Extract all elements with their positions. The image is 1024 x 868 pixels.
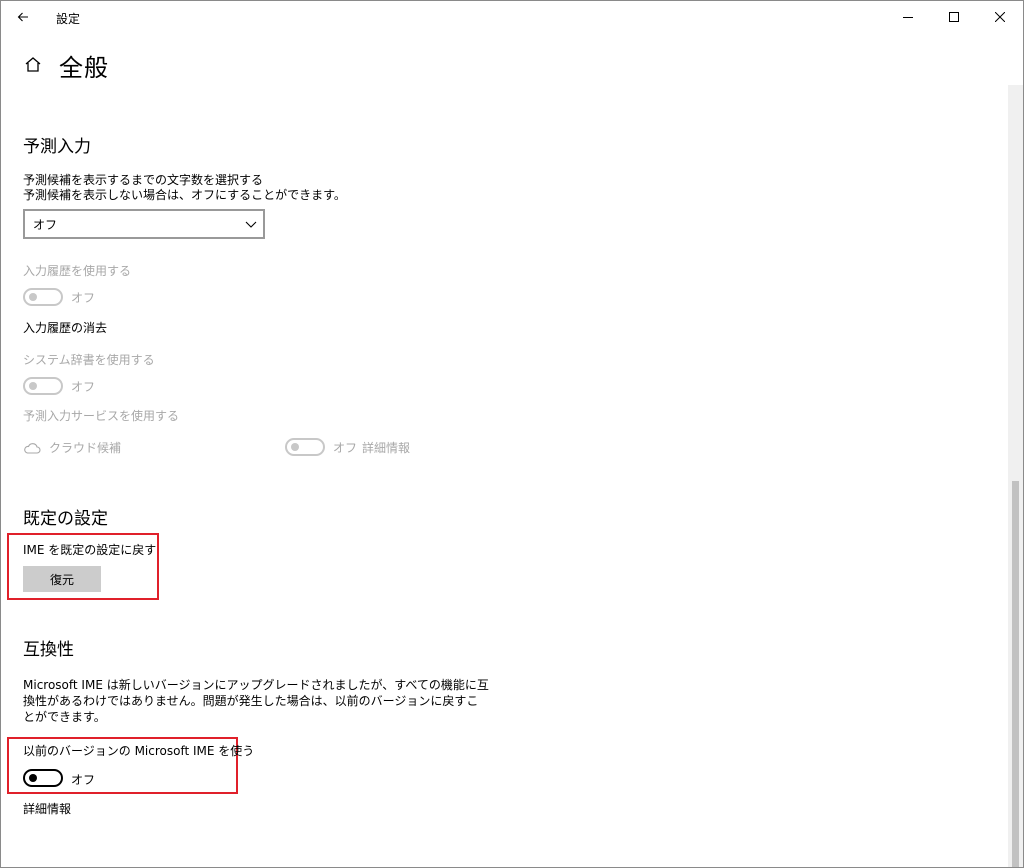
- prediction-desc-line1: 予測候補を表示するまでの文字数を選択する: [23, 173, 264, 187]
- cloud-candidate-row: クラウド候補: [23, 439, 121, 456]
- system-dict-toggle-state: オフ: [71, 380, 96, 394]
- back-button[interactable]: [1, 1, 45, 33]
- page-title: 全般: [59, 53, 109, 82]
- minimize-icon: [903, 17, 913, 18]
- compat-desc-line1: Microsoft IME は新しいバージョンにアップグレードされましたが、すべ…: [23, 678, 489, 692]
- restore-button[interactable]: 復元: [23, 566, 101, 592]
- dropdown-selected-value: オフ: [33, 218, 58, 232]
- toggle-knob: [29, 382, 37, 390]
- compat-section-title: 互換性: [23, 640, 74, 660]
- scrollbar-thumb[interactable]: [1012, 481, 1019, 867]
- vertical-scrollbar[interactable]: [1008, 85, 1023, 867]
- compat-more-info-link[interactable]: 詳細情報: [23, 801, 71, 817]
- toggle-knob: [29, 293, 37, 301]
- defaults-section-title: 既定の設定: [23, 509, 108, 529]
- clear-history-link[interactable]: 入力履歴の消去: [23, 320, 107, 336]
- prediction-service-label: 予測入力サービスを使用する: [23, 409, 180, 423]
- history-toggle-state: オフ: [71, 291, 96, 305]
- close-icon: [995, 12, 1005, 22]
- cloud-candidate-label: クラウド候補: [49, 441, 122, 455]
- cloud-more-info-link[interactable]: 詳細情報: [362, 439, 410, 456]
- cloud-candidate-toggle-state: オフ: [333, 441, 358, 455]
- toggle-knob: [291, 443, 299, 451]
- reset-ime-label: IME を既定の設定に戻す: [23, 543, 157, 557]
- history-toggle[interactable]: [23, 288, 63, 306]
- prediction-chars-dropdown[interactable]: オフ: [23, 209, 265, 239]
- cloud-candidate-toggle[interactable]: [285, 438, 325, 456]
- previous-ime-toggle-state: オフ: [71, 773, 96, 787]
- compat-desc-line2: 換性があるわけではありません。問題が発生した場合は、以前のバージョンに戻すこ: [23, 694, 479, 708]
- history-label: 入力履歴を使用する: [23, 264, 132, 278]
- prediction-desc-line2: 予測候補を表示しない場合は、オフにすることができます。: [23, 188, 346, 202]
- system-dict-toggle[interactable]: [23, 377, 63, 395]
- maximize-button[interactable]: [931, 1, 977, 33]
- window-title: 設定: [56, 12, 81, 26]
- previous-ime-toggle[interactable]: [23, 769, 63, 787]
- previous-ime-label: 以前のバージョンの Microsoft IME を使う: [23, 744, 255, 758]
- cloud-icon: [24, 442, 41, 454]
- close-button[interactable]: [977, 1, 1023, 33]
- settings-window: 設定 全般 予測入力 予測候補を表示するまでの文字数を選択する 予測候補を表示し…: [0, 0, 1024, 868]
- home-icon[interactable]: [23, 55, 43, 75]
- arrow-left-icon: [17, 12, 28, 22]
- compat-desc-line3: とができます。: [23, 710, 106, 724]
- title-bar: 設定: [1, 1, 1023, 33]
- page-header: 全般: [23, 47, 109, 83]
- maximize-icon: [949, 12, 959, 22]
- chevron-down-icon: [245, 221, 257, 228]
- toggle-knob: [29, 774, 37, 782]
- minimize-button[interactable]: [885, 1, 931, 33]
- prediction-section-title: 予測入力: [23, 137, 91, 157]
- system-dict-label: システム辞書を使用する: [23, 353, 155, 367]
